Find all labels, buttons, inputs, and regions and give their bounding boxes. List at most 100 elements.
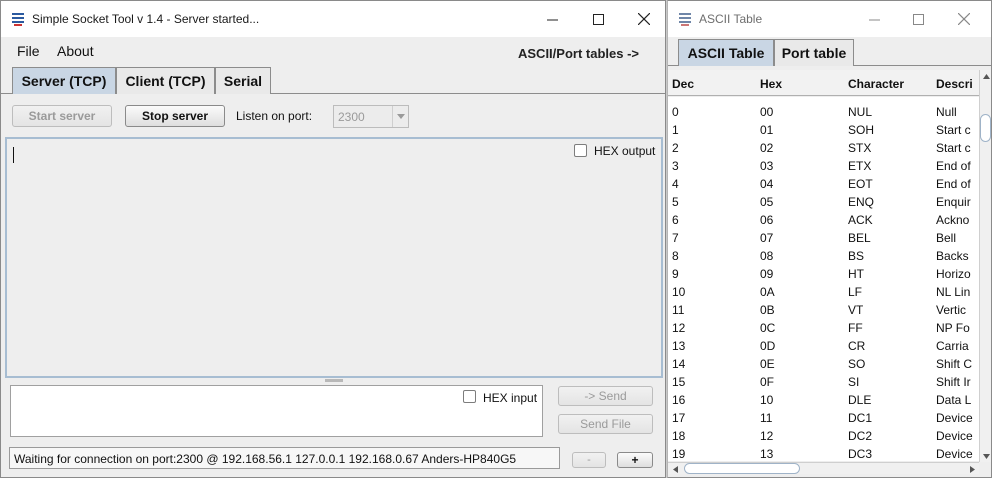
cell-hex: 0F [760, 375, 775, 389]
cell-hex: 0E [760, 357, 775, 371]
hex-input-label: HEX input [483, 391, 538, 405]
ascii-port-tables-link[interactable]: ASCII/Port tables -> [518, 46, 639, 61]
ascii-maximize-button[interactable] [895, 1, 941, 37]
cell-character: DC2 [848, 429, 873, 443]
minimize-icon [546, 14, 558, 25]
column-header-description[interactable]: Descri [936, 77, 973, 91]
cell-character: SI [848, 375, 860, 389]
cell-character: FF [848, 321, 863, 335]
table-row[interactable]: 8 08 BS Backs [668, 247, 979, 265]
scroll-up-arrow-icon[interactable] [981, 70, 991, 82]
cell-description: Horizo [936, 267, 971, 281]
table-row[interactable]: 6 06 ACK Ackno [668, 211, 979, 229]
main-window: Simple Socket Tool v 1.4 - Server starte… [0, 0, 666, 478]
splitter-handle[interactable] [325, 379, 343, 382]
menu-bar: File About ASCII/Port tables -> [1, 37, 665, 65]
cell-dec: 13 [672, 339, 686, 353]
vertical-scrollbar[interactable] [979, 70, 991, 462]
stop-server-button[interactable]: Stop server [125, 105, 225, 127]
tab-client-tcp[interactable]: Client (TCP) [116, 67, 215, 94]
tab-serial[interactable]: Serial [215, 67, 271, 94]
table-row[interactable]: 15 0F SI Shift Ir [668, 373, 979, 391]
minimize-button[interactable] [529, 1, 575, 37]
send-button[interactable]: -> Send [558, 386, 653, 406]
cell-hex: 10 [760, 393, 774, 407]
scroll-right-arrow-icon[interactable] [967, 464, 977, 474]
minus-button[interactable]: - [572, 452, 606, 468]
chevron-down-icon [392, 106, 408, 127]
cell-hex: 13 [760, 447, 774, 461]
cell-hex: 05 [760, 195, 774, 209]
scroll-down-arrow-icon[interactable] [981, 450, 991, 462]
cell-hex: 03 [760, 159, 774, 173]
table-row[interactable]: 5 05 ENQ Enquir [668, 193, 979, 211]
column-header-character[interactable]: Character [848, 77, 904, 91]
tab-port-table[interactable]: Port table [774, 39, 854, 66]
plus-button[interactable]: + [617, 452, 653, 468]
port-value: 2300 [338, 110, 365, 124]
table-row[interactable]: 12 0C FF NP Fo [668, 319, 979, 337]
cell-hex: 07 [760, 231, 774, 245]
table-row[interactable]: 4 04 EOT End of [668, 175, 979, 193]
table-row[interactable]: 11 0B VT Vertic [668, 301, 979, 319]
maximize-icon [592, 13, 604, 25]
scroll-left-arrow-icon[interactable] [670, 464, 680, 474]
menu-file[interactable]: File [17, 43, 40, 59]
table-row[interactable]: 2 02 STX Start c [668, 139, 979, 157]
cell-description: Start c [936, 123, 971, 137]
table-row[interactable]: 17 11 DC1 Device [668, 409, 979, 427]
vertical-scroll-thumb[interactable] [980, 114, 991, 142]
hex-output-label: HEX output [594, 144, 656, 158]
table-row[interactable]: 16 10 DLE Data L [668, 391, 979, 409]
cell-dec: 8 [672, 249, 679, 263]
column-header-dec[interactable]: Dec [672, 77, 694, 91]
cell-dec: 7 [672, 231, 679, 245]
cell-dec: 2 [672, 141, 679, 155]
table-row[interactable]: 14 0E SO Shift C [668, 355, 979, 373]
ascii-table-body[interactable]: 0 00 NUL Null 1 01 SOH Start c 2 02 STX Start c 3 03 E… [668, 97, 979, 461]
output-text-area[interactable] [5, 137, 663, 378]
cell-dec: 11 [672, 303, 685, 317]
cell-dec: 4 [672, 177, 679, 191]
table-row[interactable]: 3 03 ETX End of [668, 157, 979, 175]
ascii-minimize-button[interactable] [851, 1, 897, 37]
cell-character: ETX [848, 159, 872, 173]
cell-hex: 0C [760, 321, 776, 335]
java-cup-icon [11, 12, 25, 26]
tab-ascii-table[interactable]: ASCII Table [678, 39, 774, 66]
main-title-bar[interactable]: Simple Socket Tool v 1.4 - Server starte… [1, 1, 665, 37]
cell-character: NUL [848, 105, 873, 119]
menu-about[interactable]: About [57, 43, 94, 59]
table-row[interactable]: 13 0D CR Carria [668, 337, 979, 355]
maximize-button[interactable] [575, 1, 621, 37]
ascii-title-bar[interactable]: ASCII Table [668, 1, 991, 37]
ascii-close-button[interactable] [941, 1, 987, 37]
table-row[interactable]: 10 0A LF NL Lin [668, 283, 979, 301]
table-row[interactable]: 0 00 NUL Null [668, 103, 979, 121]
cell-description: Bell [936, 231, 957, 245]
cell-description: Shift C [936, 357, 973, 371]
status-text: Waiting for connection on port:2300 @ 19… [9, 447, 560, 469]
hex-input-checkbox[interactable] [463, 390, 476, 403]
close-button[interactable] [621, 1, 667, 37]
column-header-hex[interactable]: Hex [760, 77, 782, 91]
maximize-icon [912, 13, 924, 25]
horizontal-scrollbar[interactable] [668, 462, 979, 474]
cell-hex: 0A [760, 285, 775, 299]
port-select[interactable]: 2300 [333, 105, 409, 128]
send-file-button[interactable]: Send File [558, 414, 653, 434]
hex-output-checkbox[interactable] [574, 144, 587, 157]
table-row[interactable]: 7 07 BEL Bell [668, 229, 979, 247]
table-row[interactable]: 9 09 HT Horizo [668, 265, 979, 283]
cell-character: BS [848, 249, 865, 263]
cell-dec: 14 [672, 357, 686, 371]
cell-description: Vertic [936, 303, 967, 317]
table-row[interactable]: 18 12 DC2 Device [668, 427, 979, 445]
cell-dec: 12 [672, 321, 686, 335]
tab-server-tcp[interactable]: Server (TCP) [12, 67, 116, 94]
cell-dec: 3 [672, 159, 679, 173]
horizontal-scroll-thumb[interactable] [684, 463, 800, 474]
table-row[interactable]: 1 01 SOH Start c [668, 121, 979, 139]
table-row[interactable]: 19 13 DC3 Device [668, 445, 979, 461]
start-server-button[interactable]: Start server [12, 105, 112, 127]
